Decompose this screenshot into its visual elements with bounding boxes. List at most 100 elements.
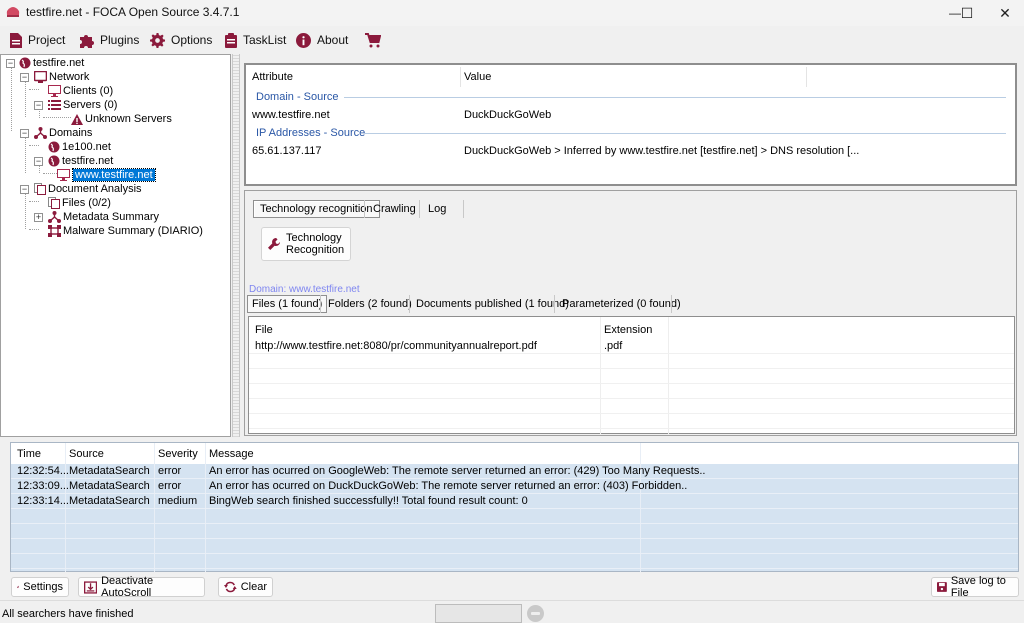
wrench-icon <box>268 238 280 250</box>
collapse-toggle[interactable]: − <box>20 73 29 82</box>
column-header-file[interactable]: File <box>255 324 273 336</box>
menu-options[interactable]: Options <box>150 30 212 50</box>
tree-node-subdomain[interactable]: www.testfire.net <box>57 168 156 182</box>
column-header-severity[interactable]: Severity <box>158 448 198 460</box>
tree-node-metadata-summary[interactable]: Metadata Summary <box>48 210 161 224</box>
value-cell[interactable]: DuckDuckGoWeb <box>464 109 551 121</box>
monitor-icon <box>57 169 70 181</box>
malware-icon <box>48 225 61 237</box>
column-header-value[interactable]: Value <box>464 71 491 83</box>
tree-node-label: testfire.net <box>62 155 114 167</box>
table-row[interactable]: http://www.testfire.net:8080/pr/communit… <box>249 339 1014 354</box>
tab-crawling[interactable]: Crawling <box>367 200 422 218</box>
empty-row <box>11 509 1018 524</box>
tree-node-domain[interactable]: 1e100.net <box>48 140 113 154</box>
collapse-toggle[interactable]: − <box>34 157 43 166</box>
info-icon <box>296 32 311 48</box>
technology-recognition-button[interactable]: Technology Recognition <box>261 227 351 261</box>
menu-bar: Project Plugins Options TaskList About <box>0 27 1024 53</box>
wrench-icon <box>17 585 20 589</box>
subtab-folders[interactable]: Folders (2 found) <box>324 295 416 313</box>
title-bar: testfire.net - FOCA Open Source 3.4.7.1 … <box>0 0 1024 26</box>
menu-plugins[interactable]: Plugins <box>78 30 139 50</box>
collapse-toggle[interactable]: − <box>6 59 15 68</box>
log-row[interactable]: 12:33:09... MetadataSearch error An erro… <box>11 479 1018 494</box>
globe-icon <box>19 57 31 69</box>
attributes-panel: Attribute Value Domain - Source www.test… <box>244 63 1017 186</box>
tree-node-label: Metadata Summary <box>63 211 159 223</box>
tree-node-network[interactable]: Network <box>34 70 91 84</box>
clipboard-icon <box>225 32 237 48</box>
tab-log[interactable]: Log <box>422 200 452 218</box>
menu-project[interactable]: Project <box>10 30 65 50</box>
clear-button[interactable]: Clear <box>218 577 273 597</box>
tabs-panel: Technology recognition Crawling Log Tech… <box>244 190 1017 436</box>
document-icon <box>10 32 22 48</box>
tree-node-unknown-servers[interactable]: Unknown Servers <box>71 112 174 126</box>
foca-logo-icon <box>6 7 20 17</box>
stop-search-icon[interactable] <box>527 605 544 622</box>
menu-cart[interactable] <box>365 30 387 50</box>
extension-cell[interactable]: .pdf <box>604 340 622 352</box>
maximize-button[interactable]: ☐ <box>944 0 990 26</box>
tab-technology-recognition[interactable]: Technology recognition <box>253 200 380 218</box>
tree-node-label: Clients (0) <box>63 85 114 97</box>
save-log-label: Save log to File <box>950 575 1006 599</box>
documents-icon <box>48 197 60 209</box>
settings-label: Settings <box>23 581 63 593</box>
subtab-files[interactable]: Files (1 found) <box>247 295 328 313</box>
close-button[interactable]: ✕ <box>986 0 1024 26</box>
menu-tasklist-label: TaskList <box>243 33 287 47</box>
project-tree[interactable]: − testfire.net − Network Clients (0) − S… <box>0 54 231 437</box>
subtab-parameterized[interactable]: Parameterized (0 found) <box>558 295 685 313</box>
empty-row <box>249 354 1014 369</box>
tree-node-label: Files (0/2) <box>62 197 111 209</box>
expand-toggle[interactable]: + <box>34 213 43 222</box>
log-row[interactable]: 12:32:54... MetadataSearch error An erro… <box>11 464 1018 479</box>
empty-row <box>249 369 1014 384</box>
progress-bar <box>435 604 522 623</box>
tree-node-files[interactable]: Files (0/2) <box>48 196 113 210</box>
group-header-domain-source: Domain - Source <box>256 91 339 103</box>
column-header-attribute[interactable]: Attribute <box>252 71 293 83</box>
empty-row <box>249 414 1014 429</box>
tree-node-document-analysis[interactable]: Document Analysis <box>34 182 144 196</box>
collapse-toggle[interactable]: − <box>34 101 43 110</box>
subtab-documents-published[interactable]: Documents published (1 found) <box>412 295 573 313</box>
vertical-splitter[interactable] <box>232 54 240 437</box>
globe-icon <box>48 155 60 167</box>
tree-node-domain[interactable]: testfire.net <box>48 154 115 168</box>
menu-plugins-label: Plugins <box>100 33 140 47</box>
tree-node-malware-summary[interactable]: Malware Summary (DIARIO) <box>48 224 205 238</box>
tree-node-label: 1e100.net <box>62 141 111 153</box>
menu-about-label: About <box>317 33 349 47</box>
save-icon <box>937 582 947 592</box>
column-header-time[interactable]: Time <box>17 448 41 460</box>
value-cell[interactable]: DuckDuckGoWeb > Inferred by www.testfire… <box>464 145 859 157</box>
tree-node-domains[interactable]: Domains <box>34 126 94 140</box>
tree-node-label-selected: www.testfire.net <box>72 168 156 182</box>
empty-row <box>249 384 1014 399</box>
empty-row <box>11 539 1018 554</box>
deactivate-autoscroll-button[interactable]: Deactivate AutoScroll <box>78 575 205 599</box>
column-header-extension[interactable]: Extension <box>604 324 652 336</box>
attribute-cell[interactable]: 65.61.137.117 <box>252 145 322 157</box>
menu-about[interactable]: About <box>296 30 348 50</box>
file-cell[interactable]: http://www.testfire.net:8080/pr/communit… <box>255 340 537 352</box>
menu-tasklist[interactable]: TaskList <box>225 30 286 50</box>
collapse-toggle[interactable]: − <box>20 129 29 138</box>
tree-node-project[interactable]: testfire.net <box>19 56 86 70</box>
settings-button[interactable]: Settings <box>11 577 69 597</box>
tree-node-servers[interactable]: Servers (0) <box>48 98 119 112</box>
window-title: testfire.net - FOCA Open Source 3.4.7.1 <box>26 5 240 19</box>
column-header-source[interactable]: Source <box>69 448 104 460</box>
autoscroll-label: Deactivate AutoScroll <box>101 575 154 599</box>
column-header-message[interactable]: Message <box>209 448 254 460</box>
log-table: Time Source Severity Message 12:32:54...… <box>10 442 1019 572</box>
attribute-cell[interactable]: www.testfire.net <box>252 109 330 121</box>
collapse-toggle[interactable]: − <box>20 185 29 194</box>
log-row[interactable]: 12:33:14... MetadataSearch medium BingWe… <box>11 494 1018 509</box>
tree-node-clients[interactable]: Clients (0) <box>48 84 115 98</box>
tree-node-label: Network <box>49 71 90 83</box>
save-log-button[interactable]: Save log to File <box>931 575 1019 599</box>
